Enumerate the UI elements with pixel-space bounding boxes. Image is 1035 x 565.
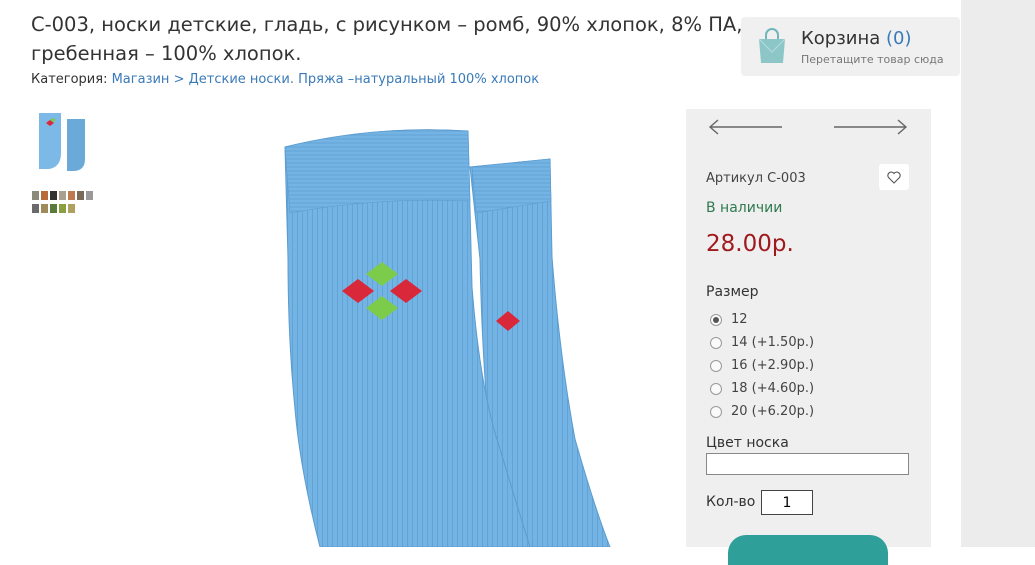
breadcrumb: Категория: Магазин > Детские носки. Пряж… <box>31 72 539 87</box>
cart-widget[interactable]: Корзина (0) Перетащите товар сюда <box>741 17 960 76</box>
size-radio[interactable] <box>710 313 722 326</box>
product-main-image[interactable] <box>200 109 660 548</box>
add-to-cart-button[interactable] <box>728 535 888 565</box>
size-option-label: 16 (+2.90р.) <box>731 358 815 373</box>
breadcrumb-prefix: Категория: <box>31 72 108 87</box>
product-order-panel: Артикул C-003 В наличии 28.00р. Размер 1… <box>686 109 931 565</box>
size-option-14[interactable]: 14 (+1.50р.) <box>710 331 814 354</box>
sock-color-label: Цвет носка <box>706 435 789 451</box>
next-product-arrow-icon[interactable] <box>832 119 908 135</box>
breadcrumb-separator: > <box>173 72 185 87</box>
cart-title: Корзина (0) <box>801 28 912 49</box>
size-option-label: 20 (+6.20р.) <box>731 404 815 419</box>
quantity-input[interactable] <box>761 490 813 515</box>
product-title-line-2: гребенная – 100% хлопок. <box>31 42 302 65</box>
quantity-label: Кол-во <box>706 494 756 510</box>
size-radio[interactable] <box>710 336 722 349</box>
product-title-line-1: C-003, носки детские, гладь, с рисунком … <box>31 13 751 36</box>
size-option-20[interactable]: 20 (+6.20р.) <box>710 400 814 423</box>
product-thumbnail-variants[interactable] <box>31 189 95 217</box>
page-right-gutter <box>961 0 1035 547</box>
shopping-bag-icon <box>758 28 786 63</box>
product-price: 28.00р. <box>706 231 794 257</box>
size-option-label: 12 <box>731 312 748 327</box>
stock-status: В наличии <box>706 200 783 216</box>
wishlist-button[interactable] <box>879 164 909 190</box>
size-label: Размер <box>706 284 759 300</box>
cart-hint: Перетащите товар сюда <box>801 53 944 66</box>
product-thumbnail-main[interactable] <box>31 109 93 173</box>
size-radio[interactable] <box>710 359 722 372</box>
size-option-16[interactable]: 16 (+2.90р.) <box>710 354 814 377</box>
size-options: 12 14 (+1.50р.) 16 (+2.90р.) 18 (+4.60р.… <box>710 308 814 423</box>
breadcrumb-link-category[interactable]: Детские носки. Пряжа –натуральный 100% х… <box>189 72 539 87</box>
size-option-18[interactable]: 18 (+4.60р.) <box>710 377 814 400</box>
sock-thumbnail-image <box>31 109 93 173</box>
size-radio[interactable] <box>710 382 722 395</box>
breadcrumb-link-shop[interactable]: Магазин <box>112 72 170 87</box>
heart-icon <box>887 171 901 184</box>
cart-count: (0) <box>886 28 912 49</box>
prev-product-arrow-icon[interactable] <box>708 119 784 135</box>
size-option-label: 18 (+4.60р.) <box>731 381 815 396</box>
size-option-label: 14 (+1.50р.) <box>731 335 815 350</box>
size-radio[interactable] <box>710 405 722 418</box>
cart-label: Корзина <box>801 28 881 49</box>
product-title: C-003, носки детские, гладь, с рисунком … <box>31 10 751 68</box>
size-option-12[interactable]: 12 <box>710 308 814 331</box>
sock-photo <box>284 129 611 548</box>
sock-color-input[interactable] <box>706 453 909 475</box>
product-sku: Артикул C-003 <box>706 171 806 186</box>
